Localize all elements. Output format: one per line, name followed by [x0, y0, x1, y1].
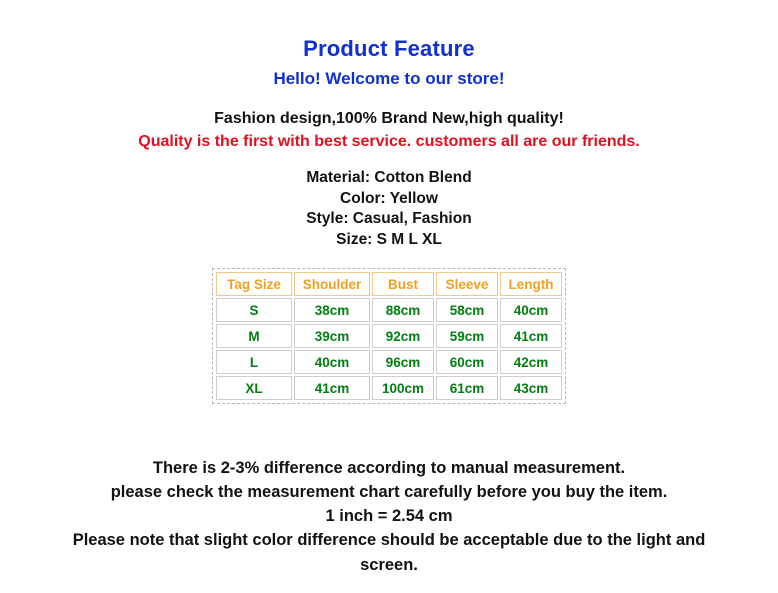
- cell-tag-size: L: [216, 350, 292, 374]
- table-header-row: Tag Size Shoulder Bust Sleeve Length: [216, 272, 562, 296]
- page-title: Product Feature: [303, 36, 475, 61]
- column-header-tag-size: Tag Size: [216, 272, 292, 296]
- cell-bust: 100cm: [372, 376, 434, 400]
- cell-bust: 88cm: [372, 298, 434, 322]
- cell-bust: 96cm: [372, 350, 434, 374]
- cell-sleeve: 59cm: [436, 324, 498, 348]
- column-header-length: Length: [500, 272, 562, 296]
- cell-length: 42cm: [500, 350, 562, 374]
- size-chart-table: Tag Size Shoulder Bust Sleeve Length S 3…: [212, 268, 566, 404]
- cell-sleeve: 61cm: [436, 376, 498, 400]
- table-row: S 38cm 88cm 58cm 40cm: [216, 298, 562, 322]
- cell-tag-size: XL: [216, 376, 292, 400]
- cell-shoulder: 38cm: [294, 298, 370, 322]
- spec-color: Color: Yellow: [340, 189, 438, 207]
- cell-length: 41cm: [500, 324, 562, 348]
- cell-tag-size: M: [216, 324, 292, 348]
- promo-line-quality: Fashion design,100% Brand New,high quali…: [214, 110, 564, 127]
- column-header-shoulder: Shoulder: [294, 272, 370, 296]
- size-chart-container: Tag Size Shoulder Bust Sleeve Length S 3…: [0, 268, 778, 404]
- promo-block: Fashion design,100% Brand New,high quali…: [0, 108, 778, 153]
- table-row: XL 41cm 100cm 61cm 43cm: [216, 376, 562, 400]
- cell-sleeve: 58cm: [436, 298, 498, 322]
- cell-shoulder: 41cm: [294, 376, 370, 400]
- cell-tag-size: S: [216, 298, 292, 322]
- note-color-difference-line1: Please note that slight color difference…: [72, 531, 706, 549]
- column-header-bust: Bust: [372, 272, 434, 296]
- column-header-sleeve: Sleeve: [436, 272, 498, 296]
- size-chart-head: Tag Size Shoulder Bust Sleeve Length: [216, 272, 562, 296]
- promo-line-service: Quality is the first with best service. …: [138, 133, 640, 150]
- note-inch-conversion: 1 inch = 2.54 cm: [325, 507, 453, 525]
- note-color-difference-line2: screen.: [360, 556, 418, 574]
- cell-length: 40cm: [500, 298, 562, 322]
- table-row: M 39cm 92cm 59cm 41cm: [216, 324, 562, 348]
- cell-bust: 92cm: [372, 324, 434, 348]
- product-feature-page: Product Feature Hello! Welcome to our st…: [0, 0, 778, 593]
- footer-notes: There is 2-3% difference according to ma…: [0, 456, 778, 578]
- spec-size: Size: S M L XL: [336, 230, 442, 248]
- cell-shoulder: 40cm: [294, 350, 370, 374]
- spec-style: Style: Casual, Fashion: [306, 210, 472, 227]
- spec-list: Material: Cotton Blend Color: Yellow Sty…: [0, 168, 778, 250]
- size-chart-body: S 38cm 88cm 58cm 40cm M 39cm 92cm 59cm 4…: [216, 298, 562, 400]
- spec-material: Material: Cotton Blend: [306, 169, 472, 186]
- header-block: Product Feature Hello! Welcome to our st…: [0, 0, 778, 91]
- cell-length: 43cm: [500, 376, 562, 400]
- table-row: L 40cm 96cm 60cm 42cm: [216, 350, 562, 374]
- note-check-chart: please check the measurement chart caref…: [110, 483, 668, 501]
- cell-shoulder: 39cm: [294, 324, 370, 348]
- note-measurement-difference: There is 2-3% difference according to ma…: [152, 459, 626, 477]
- welcome-subtitle: Hello! Welcome to our store!: [273, 69, 505, 88]
- cell-sleeve: 60cm: [436, 350, 498, 374]
